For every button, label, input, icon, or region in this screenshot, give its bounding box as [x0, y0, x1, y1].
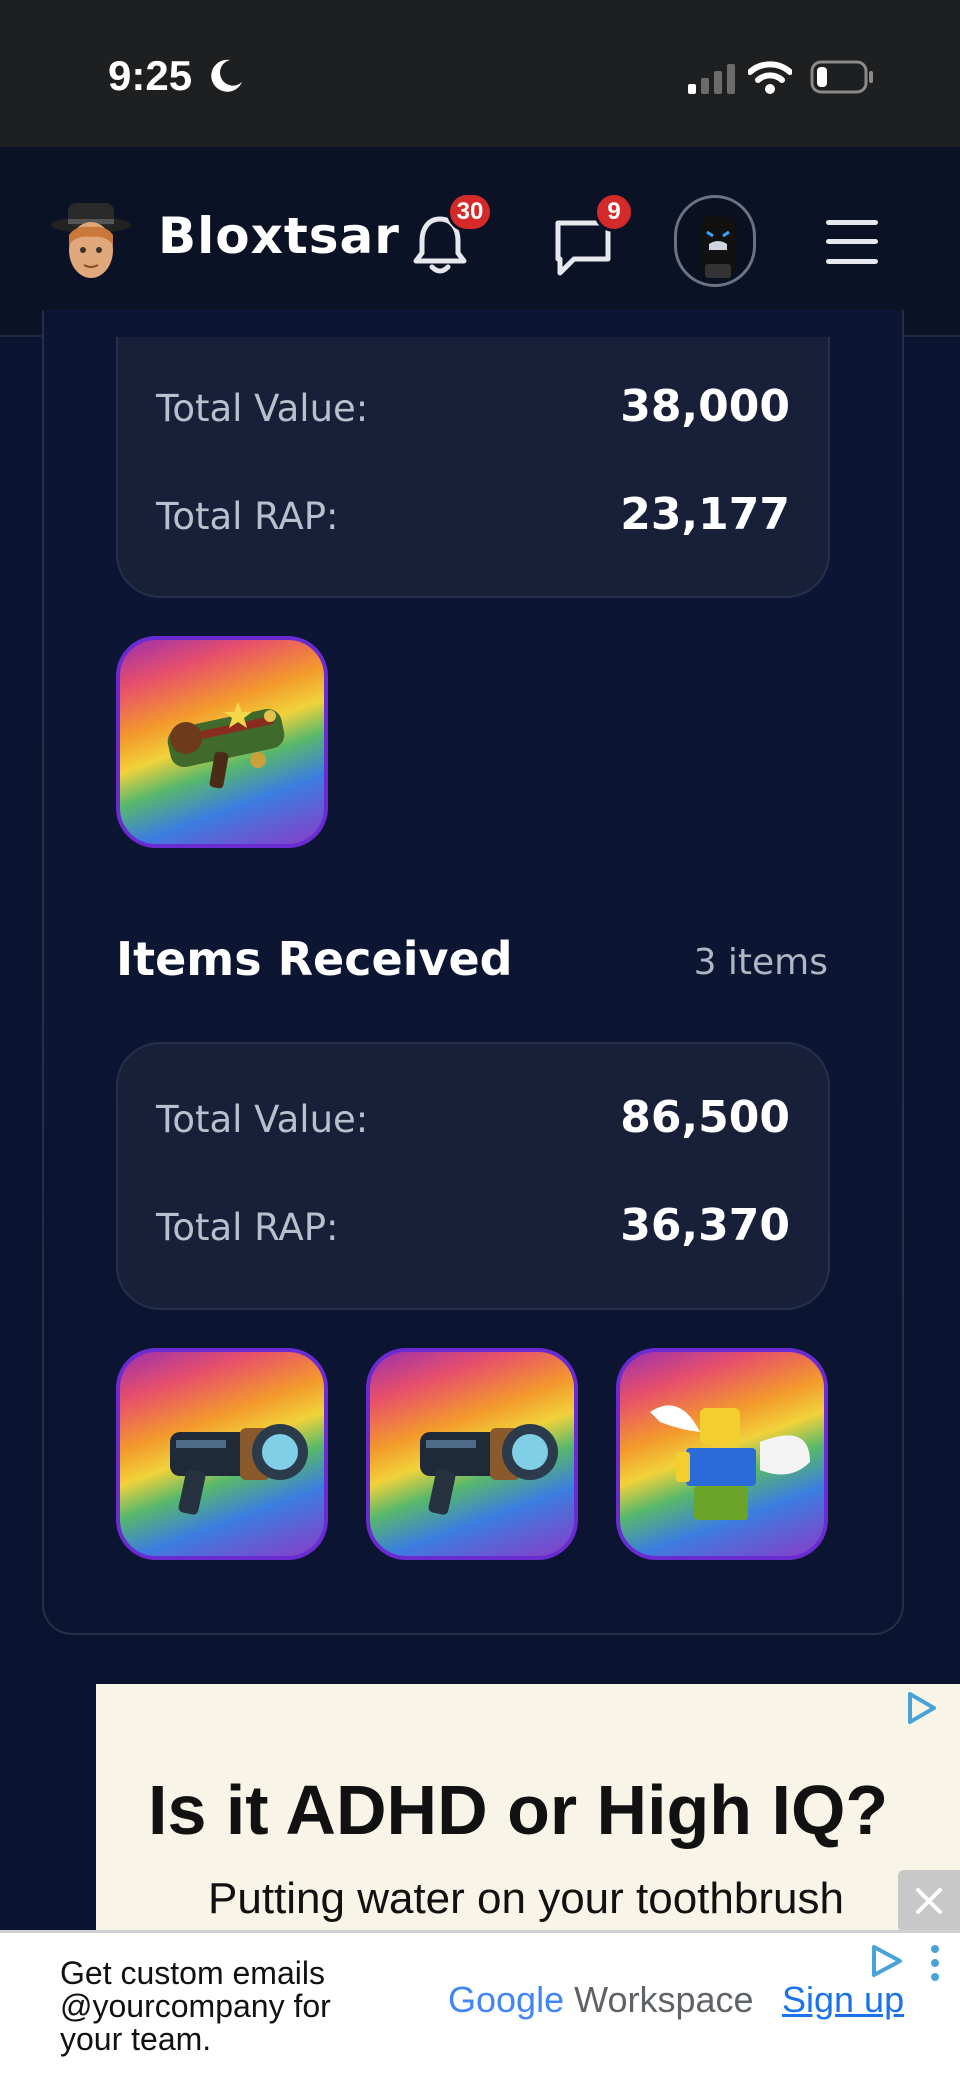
wifi-icon — [748, 61, 792, 94]
ad-banner[interactable]: Is it ADHD or High IQ? Putting water on … — [96, 1684, 960, 1930]
notifications-badge: 30 — [447, 192, 493, 232]
winged-avatar-item-icon — [650, 1405, 810, 1520]
sent-item-tile[interactable] — [116, 636, 328, 848]
sent-total-rap: 23,177 — [620, 489, 790, 540]
ad-footer-copy: Get custom emails @yourcompany for your … — [60, 1955, 331, 2057]
battery-icon — [810, 60, 873, 94]
google-wordmark: Google — [448, 1979, 565, 2020]
user-avatar[interactable] — [46, 195, 136, 285]
items-received-count: 3 items — [693, 942, 828, 983]
google-workspace-logo: Google Workspace — [448, 1979, 754, 2021]
workspace-wordmark: Workspace — [574, 1979, 754, 2020]
status-bar: 9:25 — [0, 0, 960, 147]
site-header: Bloxtsar 30 9 — [0, 147, 960, 337]
ad-headline: Is it ADHD or High IQ? — [148, 1771, 889, 1849]
brand-name[interactable]: Bloxtsar — [158, 207, 400, 265]
blaster-item-icon — [420, 1424, 558, 1515]
status-time: 9:25 — [108, 52, 193, 99]
sent-total-rap-label: Total RAP: — [156, 495, 339, 538]
sign-up-link[interactable]: Sign up — [782, 1979, 904, 2021]
sent-total-value-label: Total Value: — [156, 387, 369, 430]
robot-avatar-button[interactable] — [674, 195, 756, 287]
adchoices-icon[interactable] — [900, 1688, 940, 1728]
cellular-signal-icon — [688, 64, 735, 94]
robot-icon — [701, 216, 735, 278]
more-options-icon[interactable] — [928, 1943, 942, 1983]
sent-total-value: 38,000 — [620, 381, 790, 432]
received-total-value-label: Total Value: — [156, 1098, 369, 1141]
ad-close-button[interactable] — [898, 1870, 960, 1932]
ad-subline: Putting water on your toothbrush — [208, 1874, 844, 1923]
items-received-title: Items Received — [116, 932, 513, 986]
received-item-tile-2[interactable] — [366, 1348, 578, 1560]
rainbow-bazooka-item-icon — [167, 702, 285, 789]
moon-icon — [211, 59, 242, 92]
close-icon — [916, 1888, 942, 1914]
received-total-rap-label: Total RAP: — [156, 1206, 339, 1249]
received-item-tile-3[interactable] — [616, 1348, 828, 1560]
sent-stats-card: Total Value: 38,000 Total RAP: 23,177 — [116, 337, 830, 598]
received-stats-card: Total Value: 86,500 Total RAP: 36,370 — [116, 1042, 830, 1310]
received-item-tile-1[interactable] — [116, 1348, 328, 1560]
adchoices-icon[interactable] — [866, 1943, 906, 1979]
menu-icon[interactable] — [824, 217, 880, 267]
ad-footer[interactable]: Get custom emails @yourcompany for your … — [0, 1930, 960, 2079]
blaster-item-icon — [170, 1424, 308, 1515]
received-total-rap: 36,370 — [620, 1200, 790, 1251]
messages-badge: 9 — [594, 192, 634, 232]
received-total-value: 86,500 — [620, 1092, 790, 1143]
